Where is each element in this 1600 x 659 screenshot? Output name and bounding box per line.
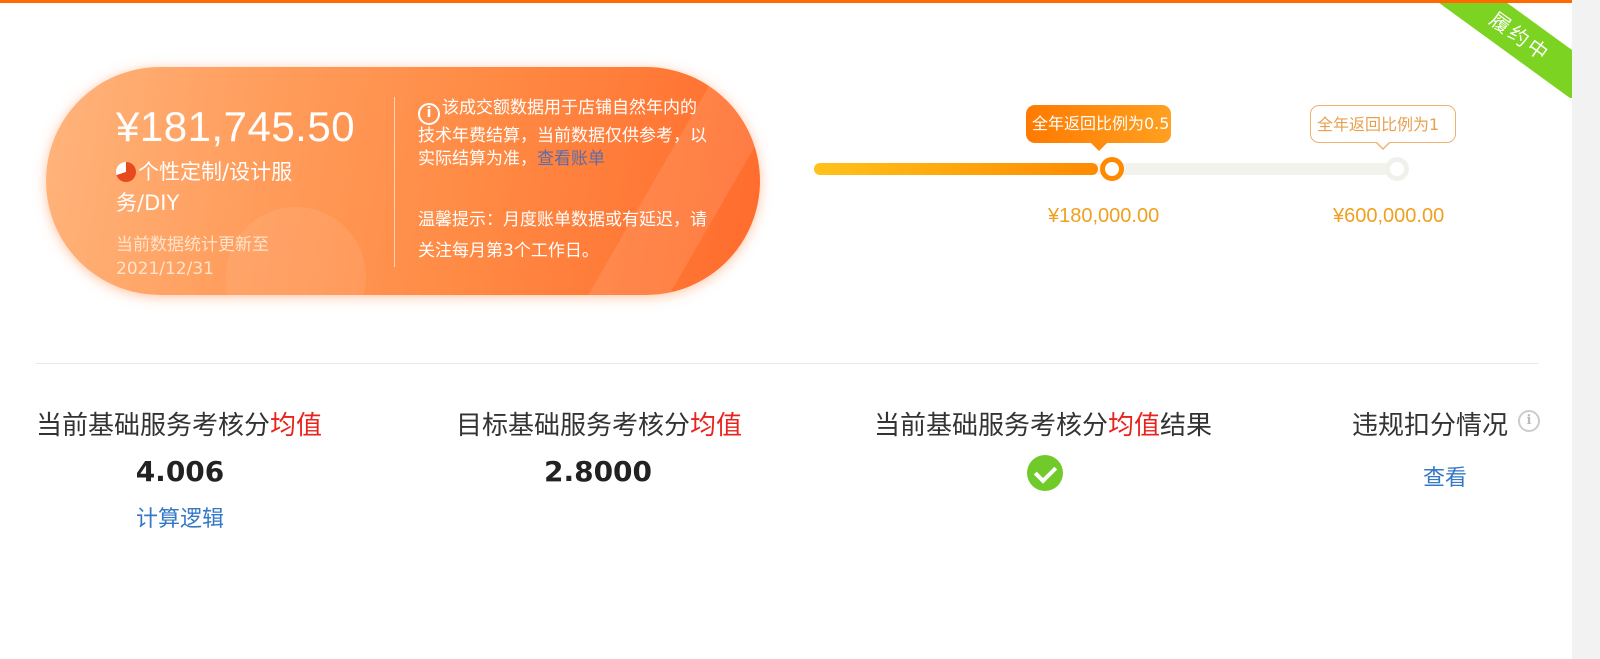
tier-tag-2: 全年返回比例为1: [1310, 105, 1456, 150]
stat-label-target-avg: 目标基础服务考核分均值: [456, 411, 743, 441]
tier-node-2: [1385, 157, 1409, 181]
tier-node-1: [1100, 157, 1124, 181]
stat-label-avg-result: 当前基础服务考核分均值结果: [874, 411, 1213, 441]
update-time: 当前数据统计更新至2021/12/31: [116, 235, 269, 279]
tier-amount-1: ¥180,000.00: [1048, 205, 1160, 227]
category-label: 个性定制/设计服务/DIY: [116, 160, 293, 215]
amount-notice: i 该成交额数据用于店铺自然年内的技术年费结算，当前数据仅供参考，以实际结算为准，…: [418, 98, 707, 169]
progress-fill: [814, 163, 1099, 175]
tier-tag-1: 全年返回比例为0.5: [1026, 105, 1171, 151]
transaction-amount: ¥181,745.50: [116, 103, 356, 150]
status-ribbon-label: 履约中: [1427, 3, 1572, 98]
summary-card: ¥181,745.50 个性定制/设计服务/DIY 当前数据统计更新至2021/…: [46, 67, 760, 295]
tier-amount-2: ¥600,000.00: [1333, 205, 1445, 227]
warm-tip: 温馨提示：月度账单数据或有延迟，请关注每月第3个工作日。: [418, 210, 707, 261]
pie-chart-icon: [116, 162, 136, 182]
check-circle-icon: [1027, 455, 1063, 491]
info-icon: i: [418, 103, 440, 125]
status-ribbon: 履约中: [1422, 3, 1572, 98]
progress-track: [814, 157, 1409, 181]
divider-vertical: [394, 97, 395, 267]
violation-info-icon[interactable]: i: [1518, 410, 1540, 432]
stat-label-violation: 违规扣分情况: [1352, 411, 1509, 441]
section-divider: [36, 363, 1538, 364]
view-bill-link[interactable]: 查看账单: [537, 149, 605, 169]
stat-value-target-avg: 2.8000: [543, 455, 653, 488]
view-violation-link[interactable]: 查看: [1400, 460, 1490, 492]
stat-value-current-avg: 4.006: [135, 455, 225, 488]
contract-panel: 履约中 ¥181,745.50 个性定制/设计服务/DIY 当前数据统计更新至2…: [0, 0, 1572, 659]
calc-logic-link[interactable]: 计算逻辑: [100, 501, 260, 533]
stat-label-current-avg: 当前基础服务考核分均值: [36, 411, 323, 441]
